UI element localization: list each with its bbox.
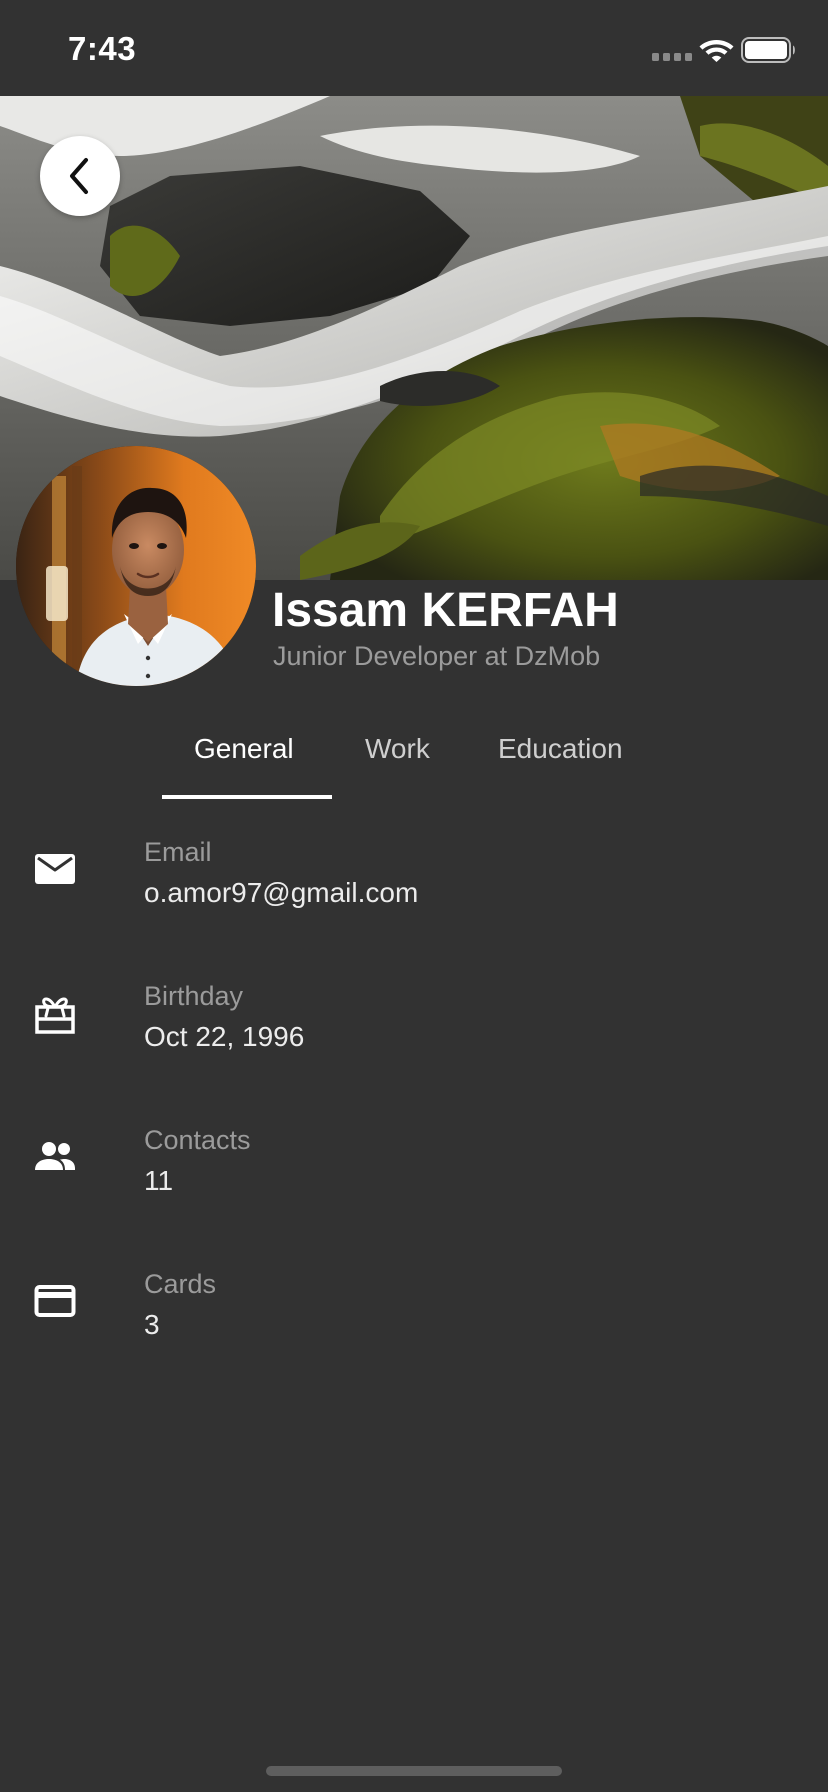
tab-general[interactable]: General (194, 732, 294, 766)
people-icon (35, 1142, 75, 1170)
info-label: Email (144, 837, 212, 867)
info-item-contacts: Contacts 11 (0, 1124, 828, 1224)
chevron-left-icon (70, 158, 88, 194)
home-indicator[interactable] (266, 1766, 562, 1776)
profile-name: Issam KERFAH (272, 584, 619, 637)
avatar (16, 446, 256, 686)
info-item-cards: Cards 3 (0, 1268, 828, 1368)
cellular-signal-icon (652, 53, 692, 61)
info-item-birthday: Birthday Oct 22, 1996 (0, 980, 828, 1080)
info-value: 3 (144, 1309, 160, 1340)
tab-education[interactable]: Education (498, 732, 623, 766)
info-value: o.amor97@gmail.com (144, 877, 419, 908)
active-tab-indicator (162, 795, 332, 799)
status-bar: 7:43 (0, 0, 828, 96)
info-value: 11 (144, 1165, 174, 1196)
wifi-icon (699, 40, 734, 62)
status-time: 7:43 (68, 30, 137, 67)
battery-icon (741, 37, 795, 63)
tab-work[interactable]: Work (365, 732, 430, 766)
cake-icon (35, 997, 75, 1034)
info-label: Cards (144, 1269, 217, 1299)
profile-photo (16, 446, 256, 686)
credit-card-icon (34, 1285, 76, 1317)
back-button[interactable] (40, 136, 120, 216)
info-label: Birthday (144, 981, 244, 1011)
tab-bar: General Work Education (0, 720, 828, 800)
info-item-email: Email o.amor97@gmail.com (0, 836, 828, 936)
profile-subtitle: Junior Developer at DzMob (273, 641, 601, 671)
email-icon (35, 854, 75, 884)
info-label: Contacts (144, 1125, 251, 1155)
info-value: Oct 22, 1996 (144, 1021, 305, 1052)
